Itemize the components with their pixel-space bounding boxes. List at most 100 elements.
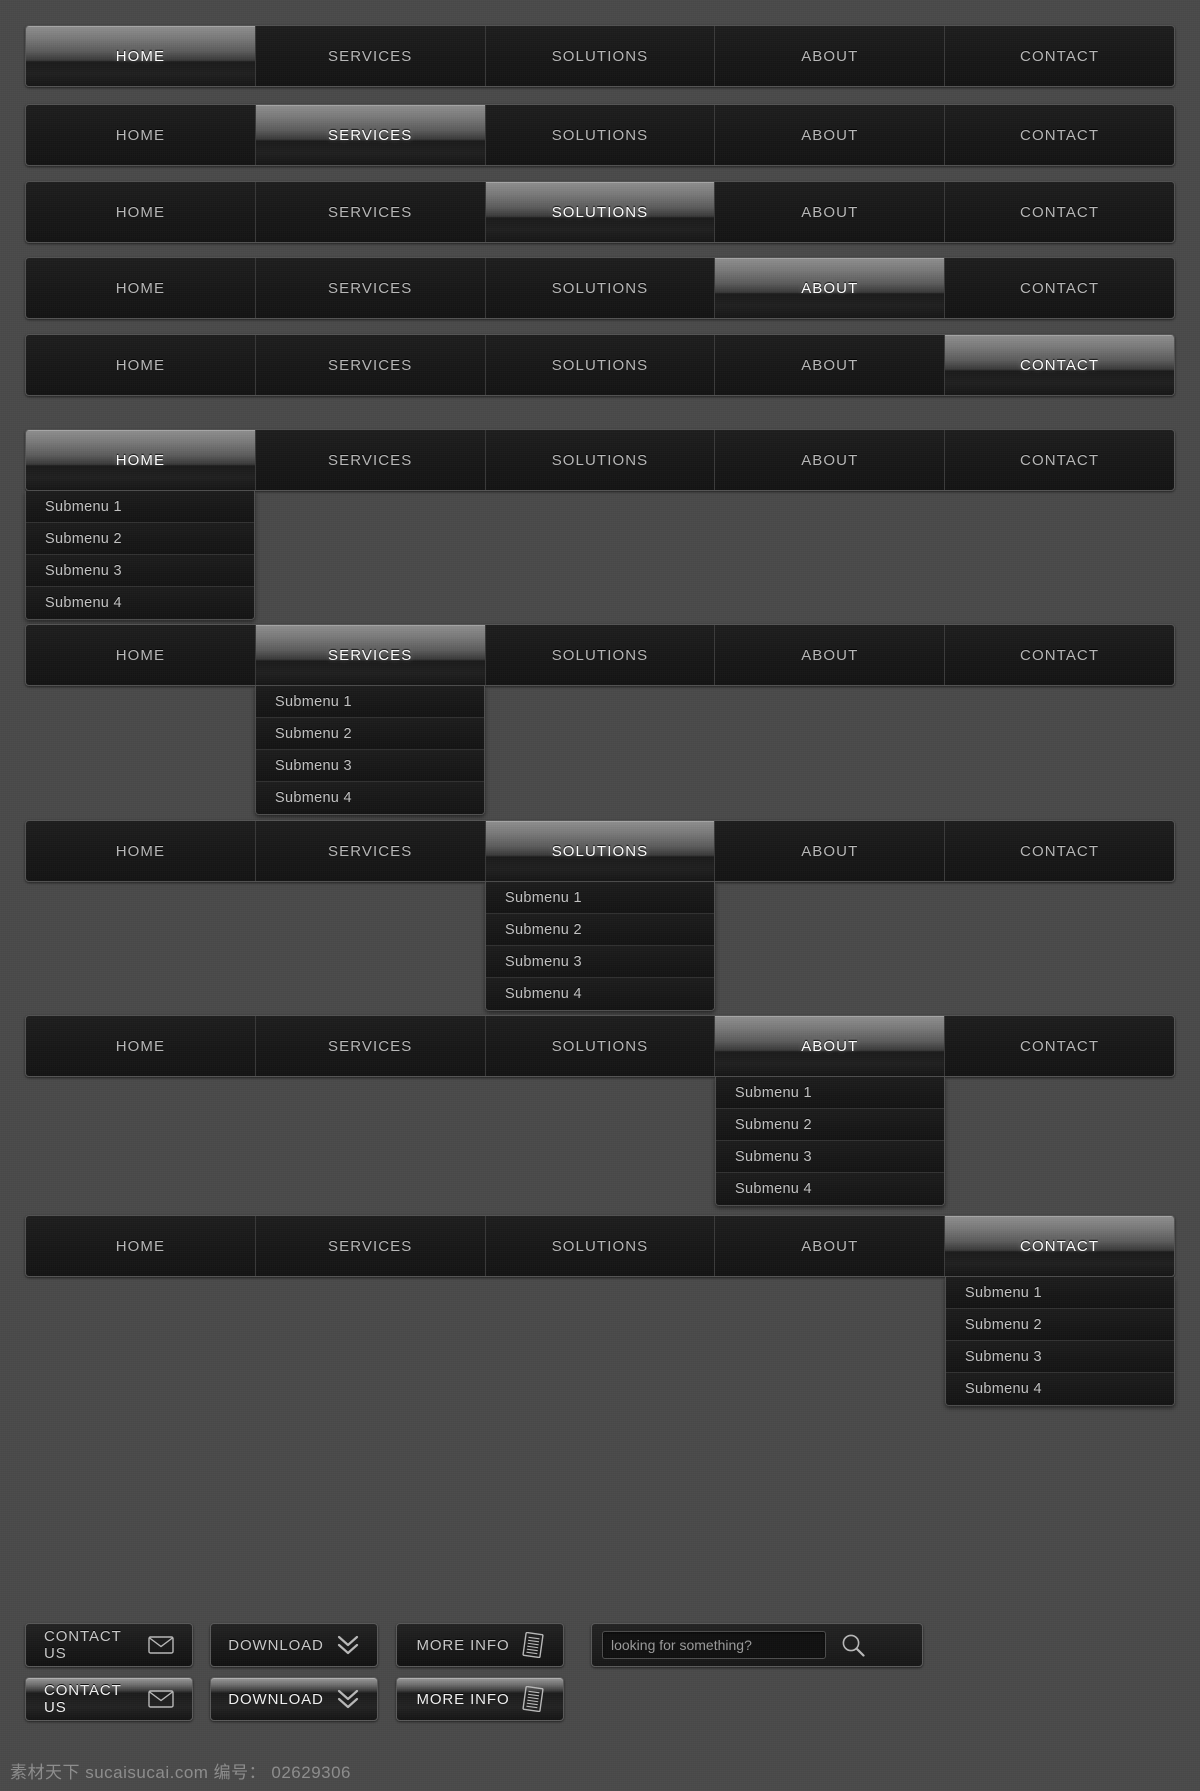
- nav-item-home[interactable]: HOME: [26, 182, 256, 242]
- nav-item-home[interactable]: HOME: [26, 1016, 256, 1076]
- nav-item-contact[interactable]: CONTACT: [945, 1016, 1174, 1076]
- nav-item-services[interactable]: SERVICES: [256, 821, 486, 881]
- submenu-item[interactable]: Submenu 4: [486, 978, 714, 1010]
- nav-item-home[interactable]: HOME: [26, 105, 256, 165]
- nav-item-contact[interactable]: CONTACT: [945, 26, 1174, 86]
- nav-item-home[interactable]: HOME: [26, 258, 256, 318]
- submenu-item[interactable]: Submenu 1: [26, 491, 254, 523]
- nav-item-home[interactable]: HOME: [26, 625, 256, 685]
- nav-item-about[interactable]: ABOUT: [715, 26, 946, 86]
- nav-item-home[interactable]: HOME: [26, 430, 256, 490]
- nav-item-contact[interactable]: CONTACT: [945, 258, 1174, 318]
- submenu-item[interactable]: Submenu 2: [486, 914, 714, 946]
- nav-item-solutions[interactable]: SOLUTIONS: [486, 258, 716, 318]
- nav-row-about-active: HOME SERVICES SOLUTIONS ABOUT CONTACT: [25, 257, 1175, 319]
- nav-item-about[interactable]: ABOUT: [715, 1216, 946, 1276]
- download-button[interactable]: DOWNLOAD: [210, 1623, 378, 1667]
- nav-item-services[interactable]: SERVICES: [255, 625, 486, 685]
- nav-item-contact[interactable]: CONTACT: [945, 335, 1174, 395]
- nav-item-contact[interactable]: CONTACT: [945, 821, 1174, 881]
- envelope-icon: [148, 1690, 174, 1708]
- nav-item-home[interactable]: HOME: [26, 26, 256, 86]
- nav-item-label: CONTACT: [1020, 203, 1100, 221]
- nav-item-about[interactable]: ABOUT: [715, 258, 946, 318]
- nav-item-label: HOME: [115, 646, 166, 664]
- nav-item-home[interactable]: HOME: [26, 335, 256, 395]
- submenu-item[interactable]: Submenu 1: [946, 1277, 1174, 1309]
- submenu-item[interactable]: Submenu 2: [256, 718, 484, 750]
- contact-us-button-active[interactable]: CONTACT US: [25, 1677, 193, 1721]
- nav-item-label: SERVICES: [328, 203, 413, 221]
- submenu-item[interactable]: Submenu 1: [486, 882, 714, 914]
- nav-item-label: SERVICES: [328, 1037, 413, 1055]
- download-button-active[interactable]: DOWNLOAD: [210, 1677, 378, 1721]
- submenu-panel: Submenu 1 Submenu 2 Submenu 3 Submenu 4: [25, 491, 255, 620]
- search-input[interactable]: [602, 1631, 826, 1659]
- submenu-item[interactable]: Submenu 4: [256, 782, 484, 814]
- more-info-button[interactable]: MORE INFO: [396, 1623, 564, 1667]
- nav-item-label: ABOUT: [801, 126, 859, 144]
- nav-item-solutions[interactable]: SOLUTIONS: [486, 430, 716, 490]
- nav-item-about[interactable]: ABOUT: [715, 335, 946, 395]
- nav-item-contact[interactable]: CONTACT: [945, 430, 1174, 490]
- nav-item-services[interactable]: SERVICES: [256, 26, 486, 86]
- nav-item-about[interactable]: ABOUT: [715, 182, 946, 242]
- submenu-item[interactable]: Submenu 2: [716, 1109, 944, 1141]
- nav-item-about[interactable]: ABOUT: [715, 821, 946, 881]
- more-info-button-active[interactable]: MORE INFO: [396, 1677, 564, 1721]
- nav-item-services[interactable]: SERVICES: [256, 430, 486, 490]
- nav-item-home[interactable]: HOME: [26, 1216, 256, 1276]
- nav-item-services[interactable]: SERVICES: [256, 258, 486, 318]
- nav-item-label: ABOUT: [801, 451, 859, 469]
- nav-item-solutions[interactable]: SOLUTIONS: [486, 1016, 716, 1076]
- submenu-item[interactable]: Submenu 1: [256, 686, 484, 718]
- submenu-item[interactable]: Submenu 2: [946, 1309, 1174, 1341]
- navbar: HOME SERVICES SOLUTIONS ABOUT CONTACT: [25, 257, 1175, 319]
- nav-item-solutions[interactable]: SOLUTIONS: [486, 1216, 716, 1276]
- submenu-item[interactable]: Submenu 4: [946, 1373, 1174, 1405]
- watermark: 素材天下 sucaisucai.com 编号： 02629306: [10, 1763, 352, 1782]
- submenu-item[interactable]: Submenu 3: [486, 946, 714, 978]
- nav-item-label: SERVICES: [328, 842, 413, 860]
- contact-us-button[interactable]: CONTACT US: [25, 1623, 193, 1667]
- nav-item-label: SERVICES: [328, 451, 413, 469]
- nav-row-solutions-dropdown: HOME SERVICES SOLUTIONS ABOUT CONTACT Submenu…: [25, 820, 1175, 1011]
- nav-item-contact[interactable]: CONTACT: [945, 1216, 1174, 1276]
- nav-item-solutions[interactable]: SOLUTIONS: [486, 625, 716, 685]
- nav-item-solutions[interactable]: SOLUTIONS: [486, 26, 716, 86]
- nav-item-contact[interactable]: CONTACT: [945, 625, 1174, 685]
- nav-item-services[interactable]: SERVICES: [256, 1216, 486, 1276]
- submenu-item[interactable]: Submenu 3: [26, 555, 254, 587]
- nav-item-solutions[interactable]: SOLUTIONS: [485, 182, 716, 242]
- nav-row-about-dropdown: HOME SERVICES SOLUTIONS ABOUT CONTACT Submenu…: [25, 1015, 1175, 1206]
- navbar: HOME SERVICES SOLUTIONS ABOUT CONTACT: [25, 181, 1175, 243]
- nav-item-about[interactable]: ABOUT: [715, 625, 946, 685]
- nav-item-solutions[interactable]: SOLUTIONS: [485, 821, 716, 881]
- submenu-panel: Submenu 1 Submenu 2 Submenu 3 Submenu 4: [255, 686, 485, 815]
- nav-item-solutions[interactable]: SOLUTIONS: [486, 335, 716, 395]
- submenu-item[interactable]: Submenu 4: [716, 1173, 944, 1205]
- document-icon: [521, 1686, 544, 1712]
- nav-item-label: ABOUT: [801, 1237, 859, 1255]
- nav-item-about[interactable]: ABOUT: [715, 430, 946, 490]
- nav-item-solutions[interactable]: SOLUTIONS: [486, 105, 716, 165]
- nav-item-services[interactable]: SERVICES: [256, 335, 486, 395]
- magnifier-icon[interactable]: [836, 1630, 870, 1660]
- nav-item-home[interactable]: HOME: [26, 821, 256, 881]
- submenu-item[interactable]: Submenu 4: [26, 587, 254, 619]
- nav-item-about[interactable]: ABOUT: [715, 105, 946, 165]
- nav-item-services[interactable]: SERVICES: [256, 1016, 486, 1076]
- nav-row-home-active: HOME SERVICES SOLUTIONS ABOUT CONTACT: [25, 25, 1175, 87]
- nav-item-contact[interactable]: CONTACT: [945, 182, 1174, 242]
- submenu-item[interactable]: Submenu 3: [716, 1141, 944, 1173]
- submenu-item[interactable]: Submenu 1: [716, 1077, 944, 1109]
- submenu-item[interactable]: Submenu 2: [26, 523, 254, 555]
- nav-item-label: HOME: [115, 1037, 166, 1055]
- nav-item-contact[interactable]: CONTACT: [945, 105, 1174, 165]
- nav-item-services[interactable]: SERVICES: [255, 105, 486, 165]
- button-label: CONTACT US: [44, 1682, 122, 1716]
- submenu-item[interactable]: Submenu 3: [946, 1341, 1174, 1373]
- nav-item-services[interactable]: SERVICES: [256, 182, 486, 242]
- submenu-item[interactable]: Submenu 3: [256, 750, 484, 782]
- nav-item-about[interactable]: ABOUT: [715, 1016, 946, 1076]
